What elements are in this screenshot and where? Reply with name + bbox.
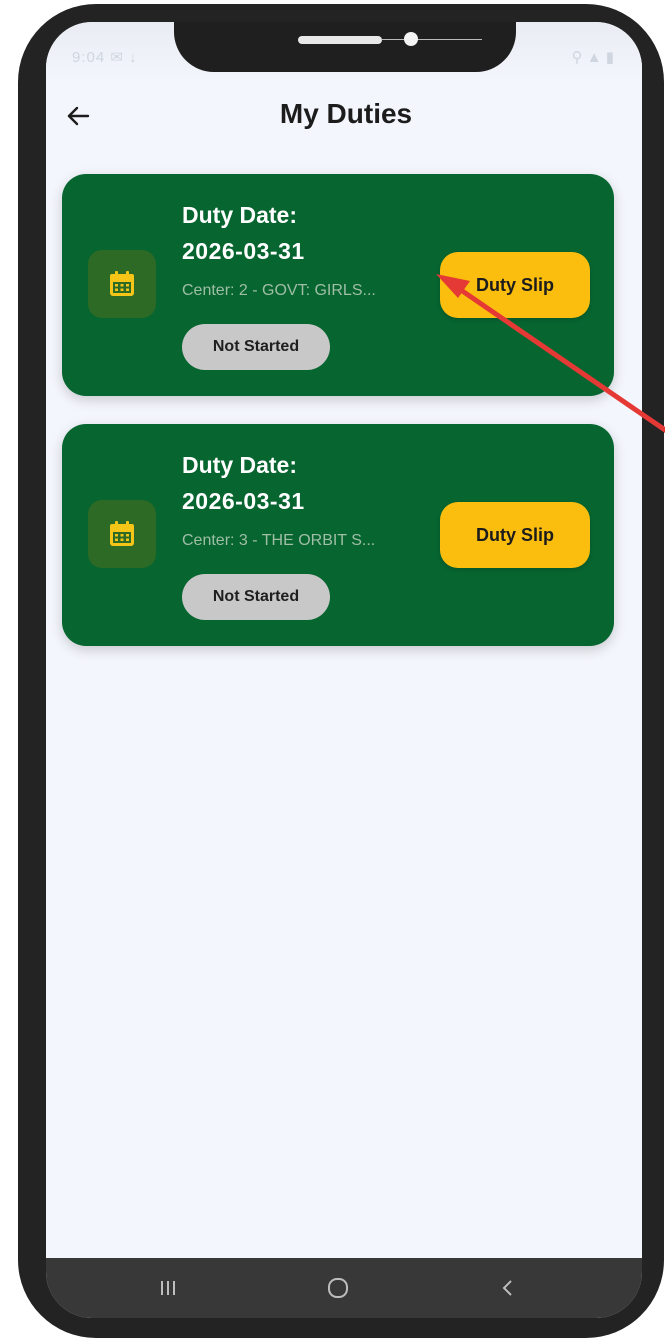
- app-bar: My Duties: [46, 90, 642, 140]
- duty-date-label: Duty Date:: [182, 452, 298, 478]
- duty-card[interactable]: Duty Date: 2026-03-31 Center: 3 - THE OR…: [62, 424, 614, 646]
- duty-list: Duty Date: 2026-03-31 Center: 2 - GOVT: …: [62, 174, 614, 674]
- speaker-grille: [298, 36, 382, 44]
- front-camera-icon: [404, 32, 418, 46]
- calendar-icon-box: [88, 500, 156, 568]
- back-nav-button[interactable]: [478, 1266, 538, 1310]
- home-icon: [328, 1278, 348, 1298]
- duty-slip-button[interactable]: Duty Slip: [440, 502, 590, 568]
- app-screen: 9:04 ✉ ↓ ⚲ ▲ ▮ My Duties Duty Date: 2026…: [46, 22, 642, 1318]
- status-badge: Not Started: [182, 324, 330, 370]
- system-navigation-bar: [46, 1258, 642, 1318]
- recents-icon: [161, 1281, 175, 1295]
- duty-date-label: Duty Date:: [182, 202, 298, 228]
- duty-slip-button[interactable]: Duty Slip: [440, 252, 590, 318]
- status-bar: 9:04 ✉ ↓ ⚲ ▲ ▮: [46, 22, 642, 84]
- calendar-icon: [110, 521, 134, 546]
- home-button[interactable]: [308, 1266, 368, 1310]
- duty-card[interactable]: Duty Date: 2026-03-31 Center: 2 - GOVT: …: [62, 174, 614, 396]
- duty-date-value: 2026-03-31: [182, 238, 305, 264]
- recents-button[interactable]: [138, 1266, 198, 1310]
- center-name: Center: 3 - THE ORBIT S...: [182, 532, 376, 549]
- calendar-icon: [110, 271, 134, 296]
- back-icon: [502, 1280, 512, 1296]
- camera-notch: [174, 22, 516, 72]
- phone-mockup: 9:04 ✉ ↓ ⚲ ▲ ▮ My Duties Duty Date: 2026…: [0, 0, 665, 1340]
- page-title: My Duties: [279, 98, 413, 129]
- center-name: Center: 2 - GOVT: GIRLS...: [182, 282, 376, 299]
- calendar-icon-box: [88, 250, 156, 318]
- speaker-line: [382, 39, 482, 40]
- status-badge: Not Started: [182, 574, 330, 620]
- status-indicators: ⚲ ▲ ▮: [571, 49, 614, 66]
- status-time: 9:04 ✉ ↓: [72, 49, 138, 66]
- duty-date-value: 2026-03-31: [182, 488, 305, 514]
